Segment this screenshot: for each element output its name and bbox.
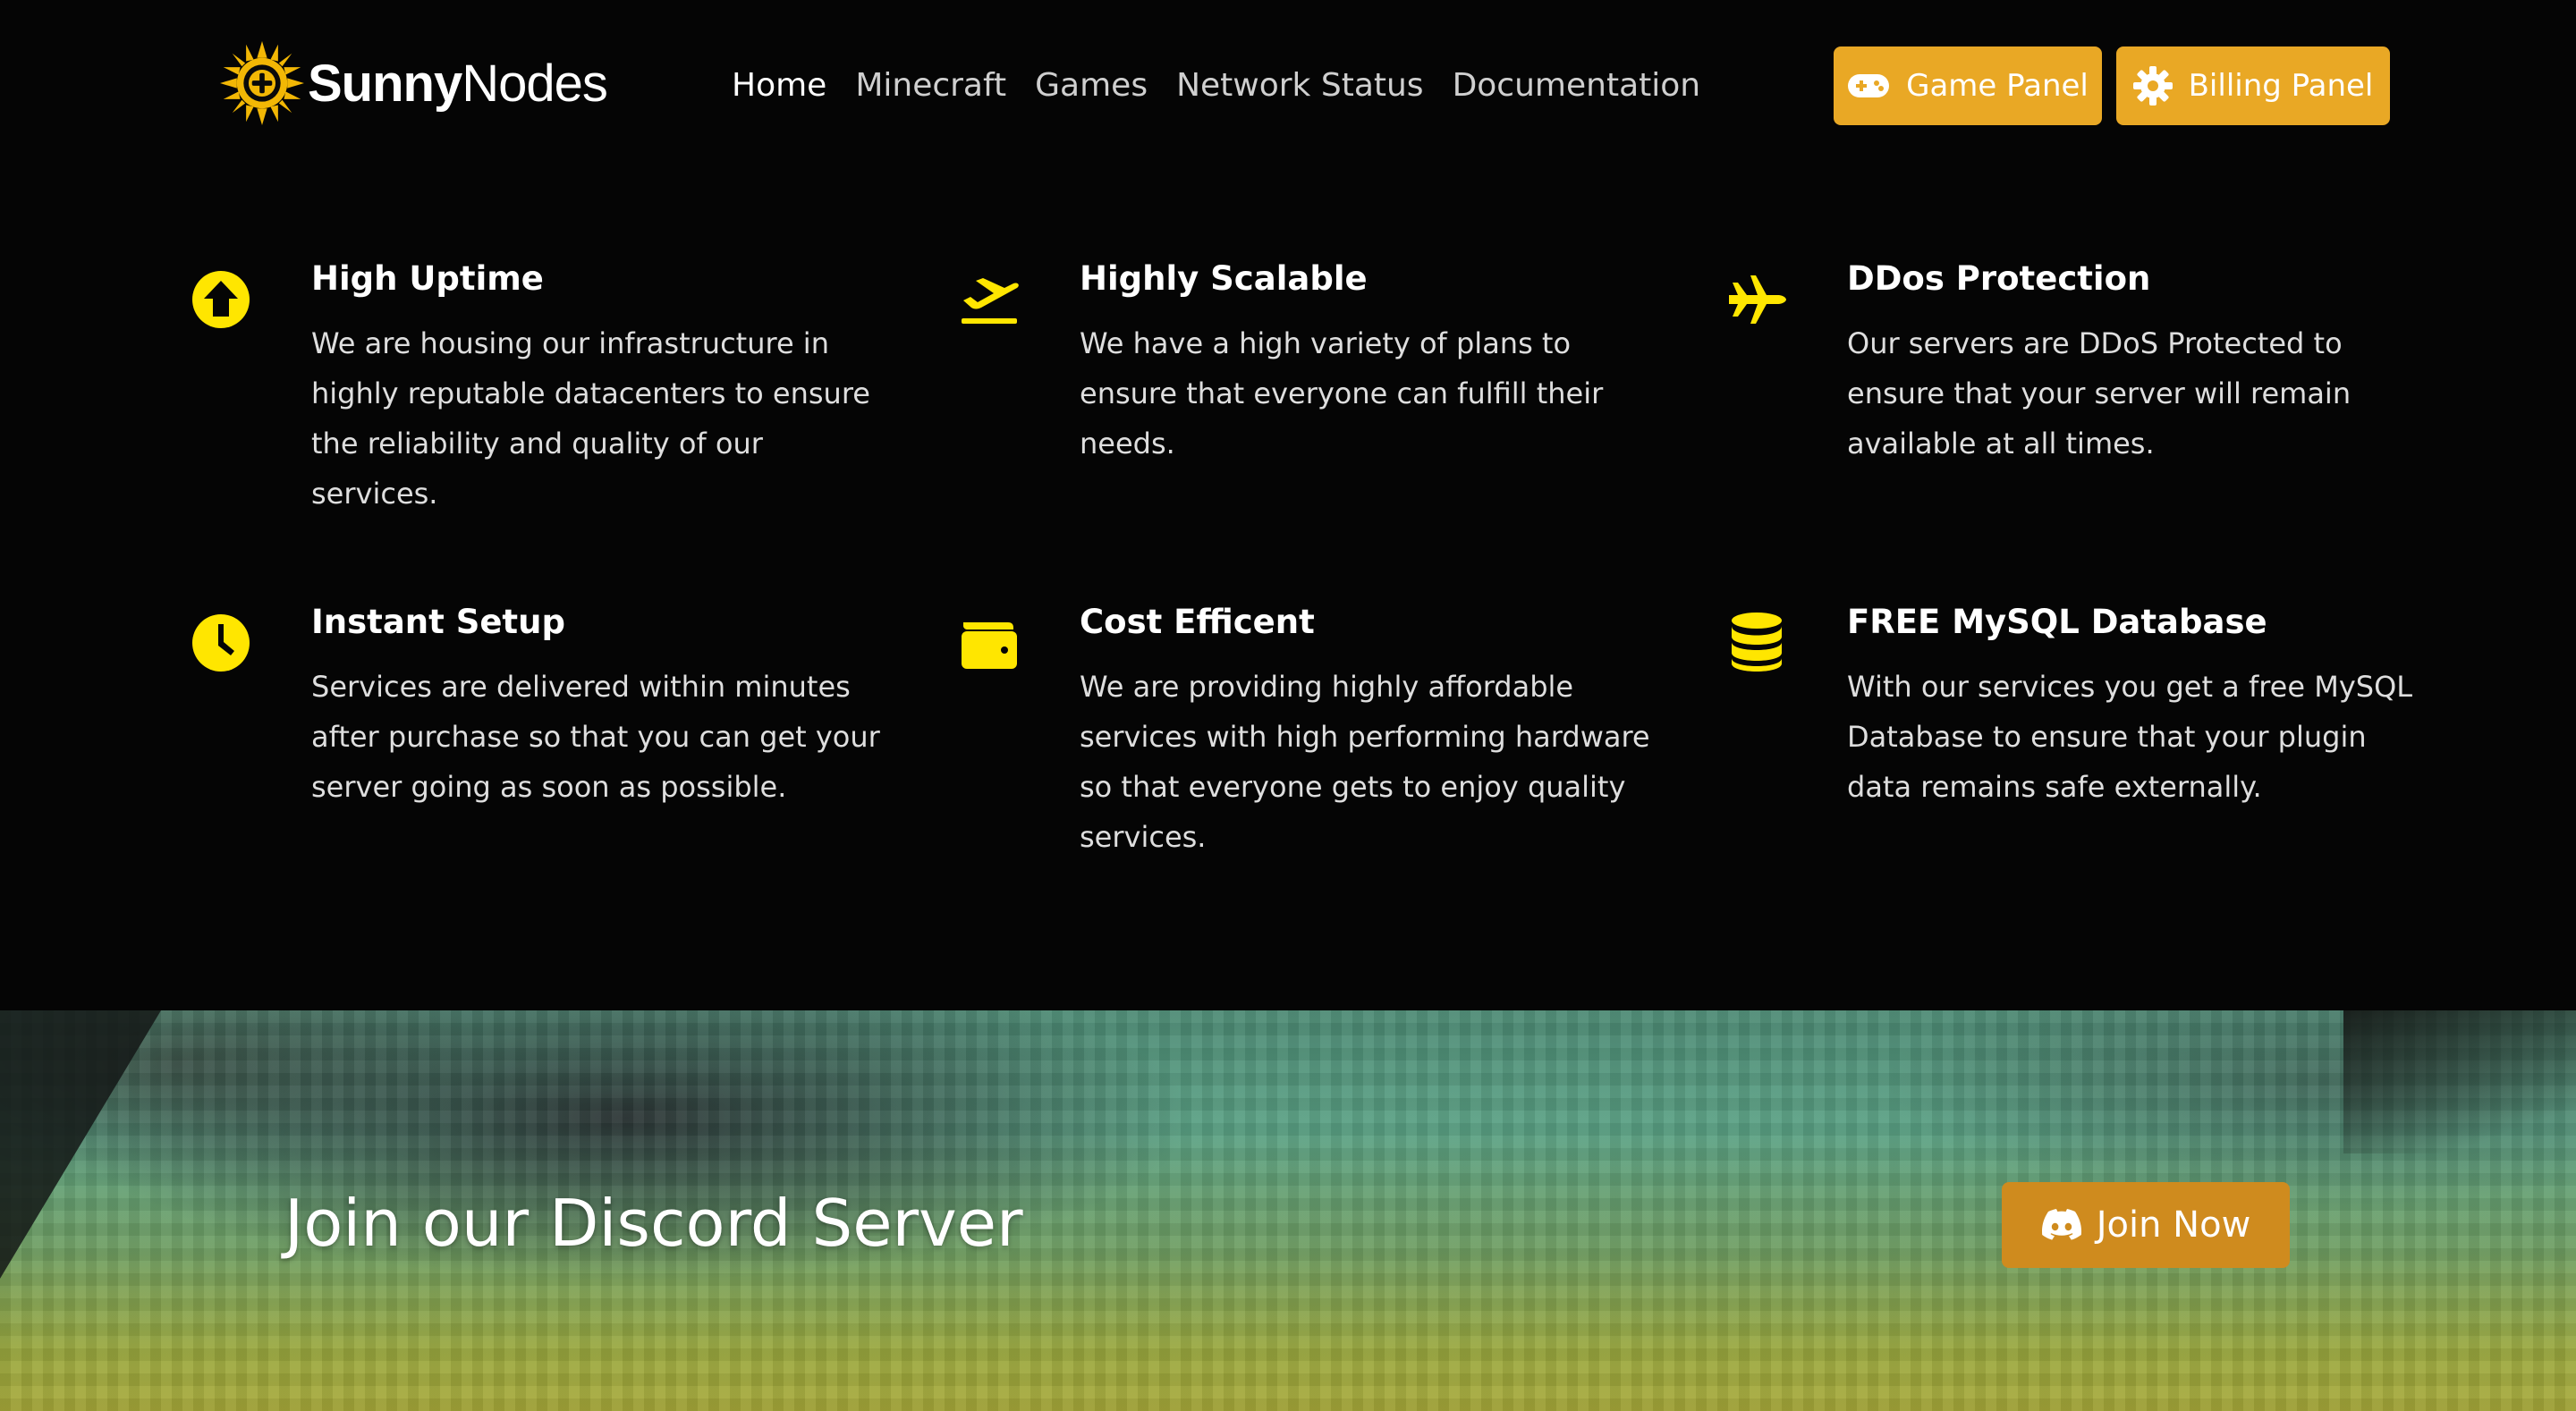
fighter-jet-icon bbox=[1729, 275, 1786, 324]
feature-description: Services are delivered within minutes af… bbox=[311, 670, 880, 804]
feature-description: Our servers are DDoS Protected to ensure… bbox=[1847, 326, 2351, 460]
feature-title: High Uptime bbox=[311, 259, 544, 298]
clock-icon bbox=[192, 614, 250, 672]
join-now-button[interactable]: Join Now bbox=[2002, 1182, 2290, 1268]
feature-description: We are providing highly affordable servi… bbox=[1080, 670, 1650, 854]
feature-description: With our services you get a free MySQL D… bbox=[1847, 670, 2413, 804]
feature-description: We have a high variety of plans to ensur… bbox=[1080, 326, 1604, 460]
feature-title: Highly Scalable bbox=[1080, 259, 1368, 298]
feature-title: Instant Setup bbox=[311, 603, 565, 641]
arrow-up-circle-icon bbox=[192, 271, 250, 328]
game-panel-button[interactable]: Game Panel bbox=[1834, 46, 2102, 125]
nav-links: Home Minecraft Games Network Status Docu… bbox=[732, 59, 1729, 113]
gear-icon bbox=[2132, 66, 2173, 106]
banner-tree-shadow-right bbox=[2343, 1010, 2576, 1153]
nav-link-documentation[interactable]: Documentation bbox=[1453, 59, 1701, 113]
billing-panel-button[interactable]: Billing Panel bbox=[2116, 46, 2390, 125]
feature-title: FREE MySQL Database bbox=[1847, 603, 2267, 641]
nav-link-minecraft[interactable]: Minecraft bbox=[855, 59, 1006, 113]
brand-logo[interactable]: SunnyNodes bbox=[220, 41, 608, 125]
nav-link-home[interactable]: Home bbox=[732, 59, 826, 113]
database-icon bbox=[1732, 613, 1782, 672]
banner-tree-shadow-left bbox=[0, 1010, 161, 1279]
join-now-label: Join Now bbox=[2096, 1204, 2251, 1246]
plane-departure-icon bbox=[962, 278, 1019, 324]
feature-title: DDos Protection bbox=[1847, 259, 2151, 298]
sun-logo-icon bbox=[220, 41, 304, 125]
nav-link-games[interactable]: Games bbox=[1035, 59, 1148, 113]
wallet-icon bbox=[962, 622, 1017, 669]
discord-icon bbox=[2041, 1209, 2081, 1240]
top-navigation: SunnyNodes Home Minecraft Games Network … bbox=[0, 0, 2576, 170]
brand-name: SunnyNodes bbox=[308, 54, 608, 113]
nav-link-network-status[interactable]: Network Status bbox=[1176, 59, 1423, 113]
feature-description: We are housing our infrastructure in hig… bbox=[311, 326, 870, 511]
gamepad-icon bbox=[1848, 74, 1890, 97]
discord-banner: Join our Discord Server Join Now bbox=[0, 1010, 2576, 1411]
game-panel-label: Game Panel bbox=[1906, 68, 2089, 104]
feature-title: Cost Efficent bbox=[1080, 603, 1315, 641]
billing-panel-label: Billing Panel bbox=[2188, 68, 2374, 104]
discord-banner-title: Join our Discord Server bbox=[284, 1186, 1023, 1261]
